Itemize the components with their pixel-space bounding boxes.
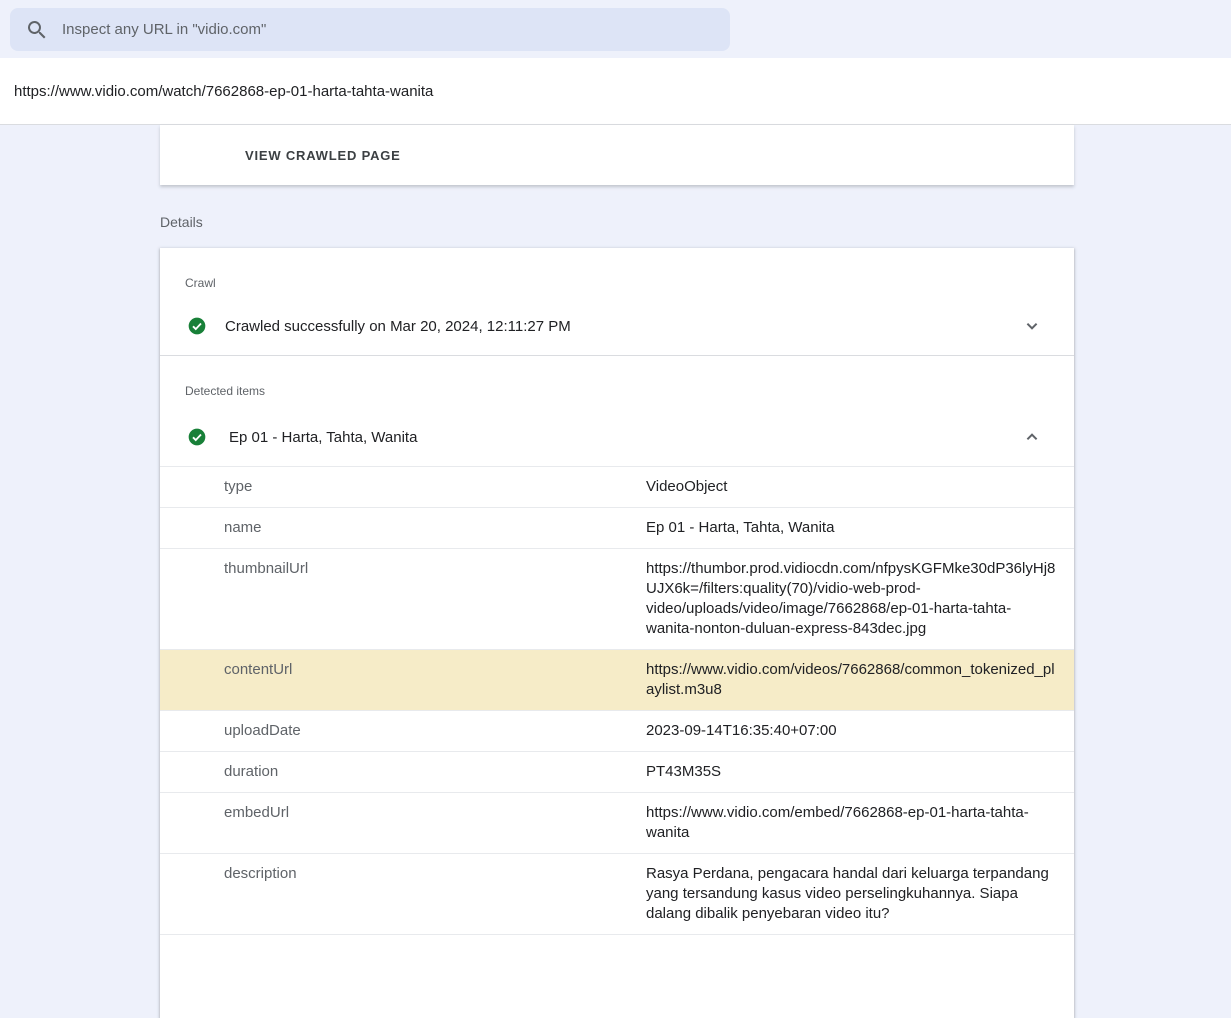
property-value: https://www.vidio.com/embed/7662868-ep-0… [646,803,1056,843]
property-value: Ep 01 - Harta, Tahta, Wanita [646,518,1056,538]
properties-table: type VideoObject name Ep 01 - Harta, Tah… [160,466,1074,935]
property-row: uploadDate 2023-09-14T16:35:40+07:00 [160,711,1074,752]
url-inspection-search[interactable] [10,8,730,51]
property-row: type VideoObject [160,467,1074,508]
property-value: 2023-09-14T16:35:40+07:00 [646,721,1056,741]
property-key: embedUrl [160,803,646,843]
view-crawled-page-button[interactable]: VIEW CRAWLED PAGE [245,148,401,163]
property-value: Rasya Perdana, pengacara handal dari kel… [646,864,1056,924]
detected-item-row[interactable]: Ep 01 - Harta, Tahta, Wanita [160,408,1074,466]
property-key: name [160,518,646,538]
property-row: description Rasya Perdana, pengacara han… [160,854,1074,935]
property-key: type [160,477,646,497]
details-card: Crawl Crawled successfully on Mar 20, 20… [160,248,1074,1018]
property-key: contentUrl [160,660,646,700]
chevron-up-icon[interactable] [1020,425,1044,449]
property-row: contentUrl https://www.vidio.com/videos/… [160,650,1074,711]
property-key: uploadDate [160,721,646,741]
crawled-page-card: VIEW CRAWLED PAGE [160,125,1074,185]
url-inspection-input[interactable] [62,21,715,38]
property-value: VideoObject [646,477,1056,497]
property-value: https://www.vidio.com/videos/7662868/com… [646,660,1056,700]
inspected-url: https://www.vidio.com/watch/7662868-ep-0… [14,83,433,100]
detected-item-title: Ep 01 - Harta, Tahta, Wanita [229,429,998,446]
property-row: embedUrl https://www.vidio.com/embed/766… [160,793,1074,854]
section-divider [160,355,1074,356]
property-key: description [160,864,646,924]
property-row: duration PT43M35S [160,752,1074,793]
property-key: duration [160,762,646,782]
search-icon [25,18,49,42]
crawl-status-text: Crawled successfully on Mar 20, 2024, 12… [225,318,1002,335]
property-row: thumbnailUrl https://thumbor.prod.vidioc… [160,549,1074,650]
success-check-icon [187,316,207,336]
property-key: thumbnailUrl [160,559,646,639]
property-value: https://thumbor.prod.vidiocdn.com/nfpysK… [646,559,1056,639]
success-check-icon [187,427,207,447]
detected-items-label: Detected items [185,384,265,398]
crawl-status-row[interactable]: Crawled successfully on Mar 20, 2024, 12… [160,302,1074,350]
property-row: name Ep 01 - Harta, Tahta, Wanita [160,508,1074,549]
crawl-section-label: Crawl [185,276,216,290]
inspected-url-bar: https://www.vidio.com/watch/7662868-ep-0… [0,58,1231,125]
details-heading: Details [160,214,203,230]
chevron-down-icon[interactable] [1020,314,1044,338]
property-value: PT43M35S [646,762,1056,782]
